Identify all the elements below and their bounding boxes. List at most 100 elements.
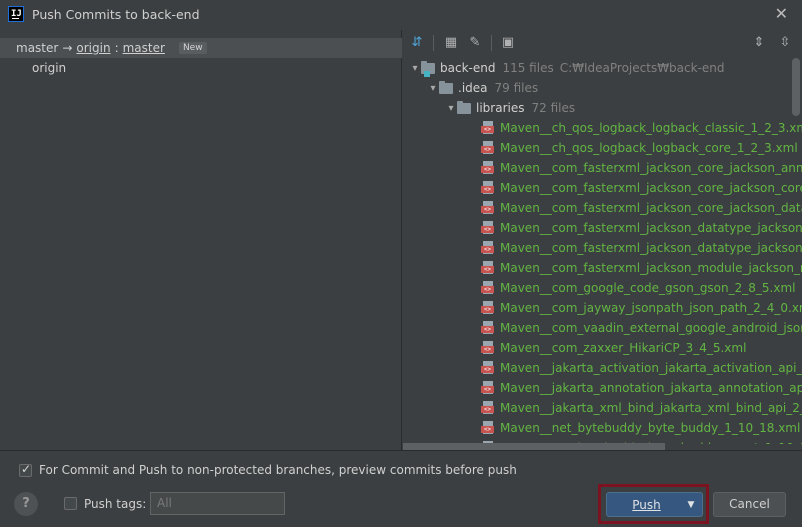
file-name: Maven__jakarta_annotation_jakarta_annota… xyxy=(500,381,802,395)
file-name: Maven__com_fasterxml_jackson_datatype_ja… xyxy=(500,221,802,235)
remote-link[interactable]: origin xyxy=(76,41,110,55)
vertical-scrollbar[interactable] xyxy=(792,58,800,116)
xml-file-icon: <> xyxy=(481,121,495,135)
intellij-app-icon: IJ xyxy=(8,6,24,22)
file-row[interactable]: <> Maven__ch_qos_logback_logback_core_1_2… xyxy=(481,138,798,158)
preview-icon[interactable]: ▣ xyxy=(500,35,516,51)
file-row[interactable]: <> Maven__com_fasterxml_jackson_module_ja… xyxy=(481,258,802,278)
file-row[interactable]: <> Maven__jakarta_activation_jakarta_acti… xyxy=(481,358,802,378)
file-row[interactable]: <> Maven__com_fasterxml_jackson_core_jack… xyxy=(481,178,802,198)
tree-node-libraries[interactable]: ▾ libraries 72 files xyxy=(445,98,575,118)
dialog-footer: For Commit and Push to non-protected bra… xyxy=(0,450,802,527)
help-button[interactable]: ? xyxy=(14,492,38,516)
xml-file-icon: <> xyxy=(481,401,495,415)
push-tags-label: Push tags: xyxy=(84,497,147,511)
changes-toolbar: ⇵ ▦ ✎ ▣ ⇕ ⇳ xyxy=(403,30,802,56)
xml-file-icon: <> xyxy=(481,221,495,235)
file-row[interactable]: <> Maven__com_zaxxer_HikariCP_3_4_5.xml xyxy=(481,338,746,358)
file-name: Maven__jakarta_activation_jakarta_activa… xyxy=(500,361,802,375)
file-name: Maven__com_jayway_jsonpath_json_path_2_4… xyxy=(500,301,802,315)
libraries-name: libraries xyxy=(476,101,525,115)
file-name: Maven__com_fasterxml_jackson_datatype_ja… xyxy=(500,241,802,255)
file-row[interactable]: <> Maven__net_bytebuddy_byte_buddy_1_10_1… xyxy=(481,418,800,438)
file-name: Maven__com_fasterxml_jackson_core_jackso… xyxy=(500,201,802,215)
push-tags-select[interactable]: All xyxy=(150,492,285,515)
horizontal-scrollbar[interactable] xyxy=(403,443,665,450)
xml-file-icon: <> xyxy=(481,281,495,295)
edit-icon[interactable]: ✎ xyxy=(467,35,483,51)
idea-name: .idea xyxy=(458,81,488,95)
local-branch: master xyxy=(16,41,59,55)
push-label: Push xyxy=(632,497,661,512)
libraries-count: 72 files xyxy=(531,101,576,115)
arrow-icon: → xyxy=(62,41,73,55)
xml-file-icon: <> xyxy=(481,201,495,215)
close-icon[interactable]: ✕ xyxy=(775,4,788,23)
file-name: Maven__com_vaadin_external_google_androi… xyxy=(500,321,802,335)
target-branch-link[interactable]: master xyxy=(123,41,165,55)
file-row[interactable]: <> Maven__com_fasterxml_jackson_core_jack… xyxy=(481,158,802,178)
folder-icon xyxy=(457,100,471,114)
file-name: Maven__jakarta_xml_bind_jakarta_xml_bind… xyxy=(500,401,802,415)
cancel-button[interactable]: Cancel xyxy=(713,492,786,517)
xml-file-icon: <> xyxy=(481,241,495,255)
folder-icon xyxy=(439,80,453,94)
repositories-panel: master → origin : master New origin xyxy=(0,30,402,450)
changes-tree: ▾ back-end 115 files C:₩IdeaProjects₩bac… xyxy=(403,58,802,444)
chevron-down-icon[interactable]: ▾ xyxy=(409,63,421,74)
root-path: C:₩IdeaProjects₩back-end xyxy=(559,61,725,75)
xml-file-icon: <> xyxy=(481,161,495,175)
chevron-down-icon[interactable]: ▾ xyxy=(445,103,457,114)
preview-commits-label: For Commit and Push to non-protected bra… xyxy=(39,463,517,477)
file-name: Maven__com_fasterxml_jackson_module_jack… xyxy=(500,261,802,275)
xml-file-icon: <> xyxy=(481,321,495,335)
branch-separator: : xyxy=(114,41,119,55)
file-row[interactable]: <> Maven__ch_qos_logback_logback_classic_… xyxy=(481,118,802,138)
file-row[interactable]: <> Maven__com_fasterxml_jackson_datatype_… xyxy=(481,218,802,238)
new-badge: New xyxy=(178,42,207,54)
xml-file-icon: <> xyxy=(481,341,495,355)
expand-all-icon[interactable]: ⇕ xyxy=(751,35,767,51)
file-row[interactable]: <> Maven__com_fasterxml_jackson_datatype_… xyxy=(481,238,802,258)
dropdown-arrow-icon[interactable]: ▼ xyxy=(680,500,702,510)
push-button[interactable]: Push ▼ xyxy=(606,492,703,517)
dialog-title: Push Commits to back-end xyxy=(32,7,200,22)
root-name: back-end xyxy=(440,61,496,75)
tree-node-root[interactable]: ▾ back-end 115 files C:₩IdeaProjects₩bac… xyxy=(409,58,725,78)
chevron-down-icon[interactable]: ▾ xyxy=(427,83,439,94)
xml-file-icon: <> xyxy=(481,421,495,435)
file-row[interactable]: <> Maven__com_jayway_jsonpath_json_path_2… xyxy=(481,298,802,318)
xml-file-icon: <> xyxy=(481,381,495,395)
xml-file-icon: <> xyxy=(481,181,495,195)
file-name: Maven__com_fasterxml_jackson_core_jackso… xyxy=(500,161,802,175)
file-name: Maven__com_fasterxml_jackson_core_jackso… xyxy=(500,181,802,195)
file-name: Maven__com_google_code_gson_gson_2_8_5.x… xyxy=(500,281,796,295)
file-name: Maven__net_bytebuddy_byte_buddy_1_10_18.… xyxy=(500,421,801,435)
xml-file-icon: <> xyxy=(481,141,495,155)
xml-file-icon: <> xyxy=(481,361,495,375)
xml-file-icon: <> xyxy=(481,301,495,315)
root-count: 115 files xyxy=(502,61,554,75)
title-bar: IJ Push Commits to back-end ✕ xyxy=(0,0,802,30)
branch-row[interactable]: master → origin : master New xyxy=(0,38,402,58)
expand-files-icon[interactable]: ⇵ xyxy=(409,35,425,51)
file-row[interactable]: <> Maven__com_google_code_gson_gson_2_8_5… xyxy=(481,278,795,298)
group-by-icon[interactable]: ▦ xyxy=(443,35,459,51)
xml-file-icon: <> xyxy=(481,261,495,275)
preview-commits-checkbox[interactable] xyxy=(19,462,32,477)
tree-node-idea[interactable]: ▾ .idea 79 files xyxy=(427,78,538,98)
changes-panel: ⇵ ▦ ✎ ▣ ⇕ ⇳ ▾ back-end 115 files C:₩Idea… xyxy=(403,30,802,450)
file-row[interactable]: <> Maven__jakarta_annotation_jakarta_anno… xyxy=(481,378,802,398)
push-tags-checkbox[interactable] xyxy=(64,497,77,510)
module-folder-icon xyxy=(421,60,435,77)
collapse-all-icon[interactable]: ⇳ xyxy=(777,35,793,51)
toolbar-divider xyxy=(491,35,492,51)
file-row[interactable]: <> Maven__com_fasterxml_jackson_core_jack… xyxy=(481,198,802,218)
remote-item-origin[interactable]: origin xyxy=(32,61,66,75)
idea-count: 79 files xyxy=(494,81,539,95)
toolbar-divider xyxy=(433,35,434,51)
file-name: Maven__ch_qos_logback_logback_classic_1_… xyxy=(500,121,802,135)
file-name: Maven__com_zaxxer_HikariCP_3_4_5.xml xyxy=(500,341,747,355)
file-row[interactable]: <> Maven__com_vaadin_external_google_andr… xyxy=(481,318,802,338)
file-row[interactable]: <> Maven__jakarta_xml_bind_jakarta_xml_bi… xyxy=(481,398,802,418)
